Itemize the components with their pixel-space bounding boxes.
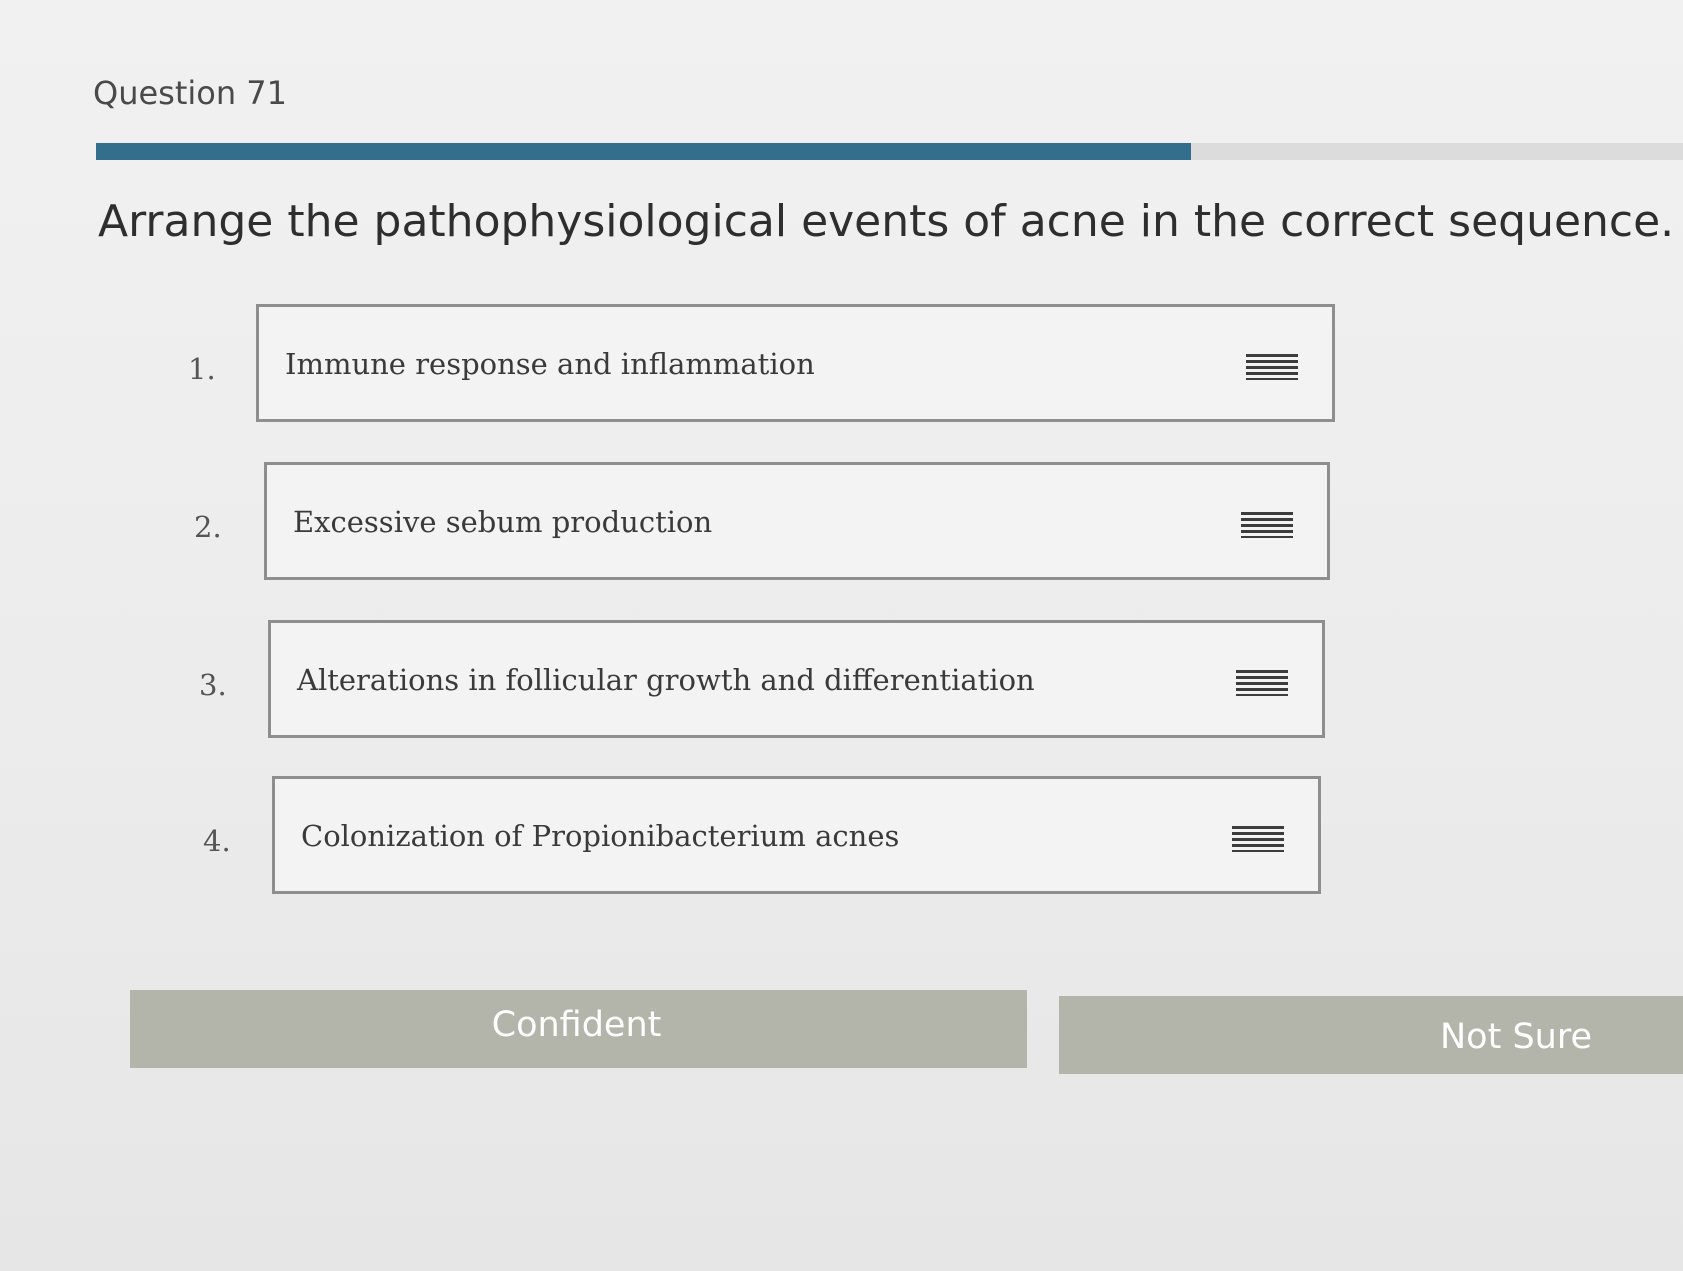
order-item-row: 2. Excessive sebum production xyxy=(182,462,1342,580)
progress-bar xyxy=(96,143,1683,160)
confident-button[interactable]: Confident xyxy=(130,990,1027,1068)
item-index: 1. xyxy=(188,352,216,386)
order-item-row: 3. Alterations in follicular growth and … xyxy=(182,620,1342,738)
drag-handle-icon[interactable] xyxy=(1246,354,1298,380)
item-index: 3. xyxy=(199,668,227,702)
item-label: Colonization of Propionibacterium acnes xyxy=(301,819,900,853)
order-item-row: 4. Colonization of Propionibacterium acn… xyxy=(182,776,1342,894)
not-sure-button-label: Not Sure xyxy=(1440,1017,1592,1057)
order-item-immune-response[interactable]: Immune response and inflammation xyxy=(256,304,1335,422)
item-index: 4. xyxy=(203,824,231,858)
question-prompt: Arrange the pathophysiological events of… xyxy=(98,196,1675,247)
order-item-follicular-growth[interactable]: Alterations in follicular growth and dif… xyxy=(268,620,1325,738)
question-number: Question 71 xyxy=(93,74,288,112)
not-sure-button[interactable]: Not Sure xyxy=(1059,996,1683,1074)
order-item-excessive-sebum[interactable]: Excessive sebum production xyxy=(264,462,1330,580)
item-label: Alterations in follicular growth and dif… xyxy=(297,663,1035,697)
item-index: 2. xyxy=(194,510,222,544)
order-item-row: 1. Immune response and inflammation xyxy=(182,304,1342,422)
progress-bar-fill xyxy=(96,143,1192,160)
item-label: Excessive sebum production xyxy=(293,505,713,539)
item-label: Immune response and inflammation xyxy=(285,347,815,381)
drag-handle-icon[interactable] xyxy=(1236,670,1288,696)
drag-handle-icon[interactable] xyxy=(1241,512,1293,538)
drag-handle-icon[interactable] xyxy=(1232,826,1284,852)
confident-button-label: Confident xyxy=(491,1005,662,1045)
order-item-colonization[interactable]: Colonization of Propionibacterium acnes xyxy=(272,776,1321,894)
